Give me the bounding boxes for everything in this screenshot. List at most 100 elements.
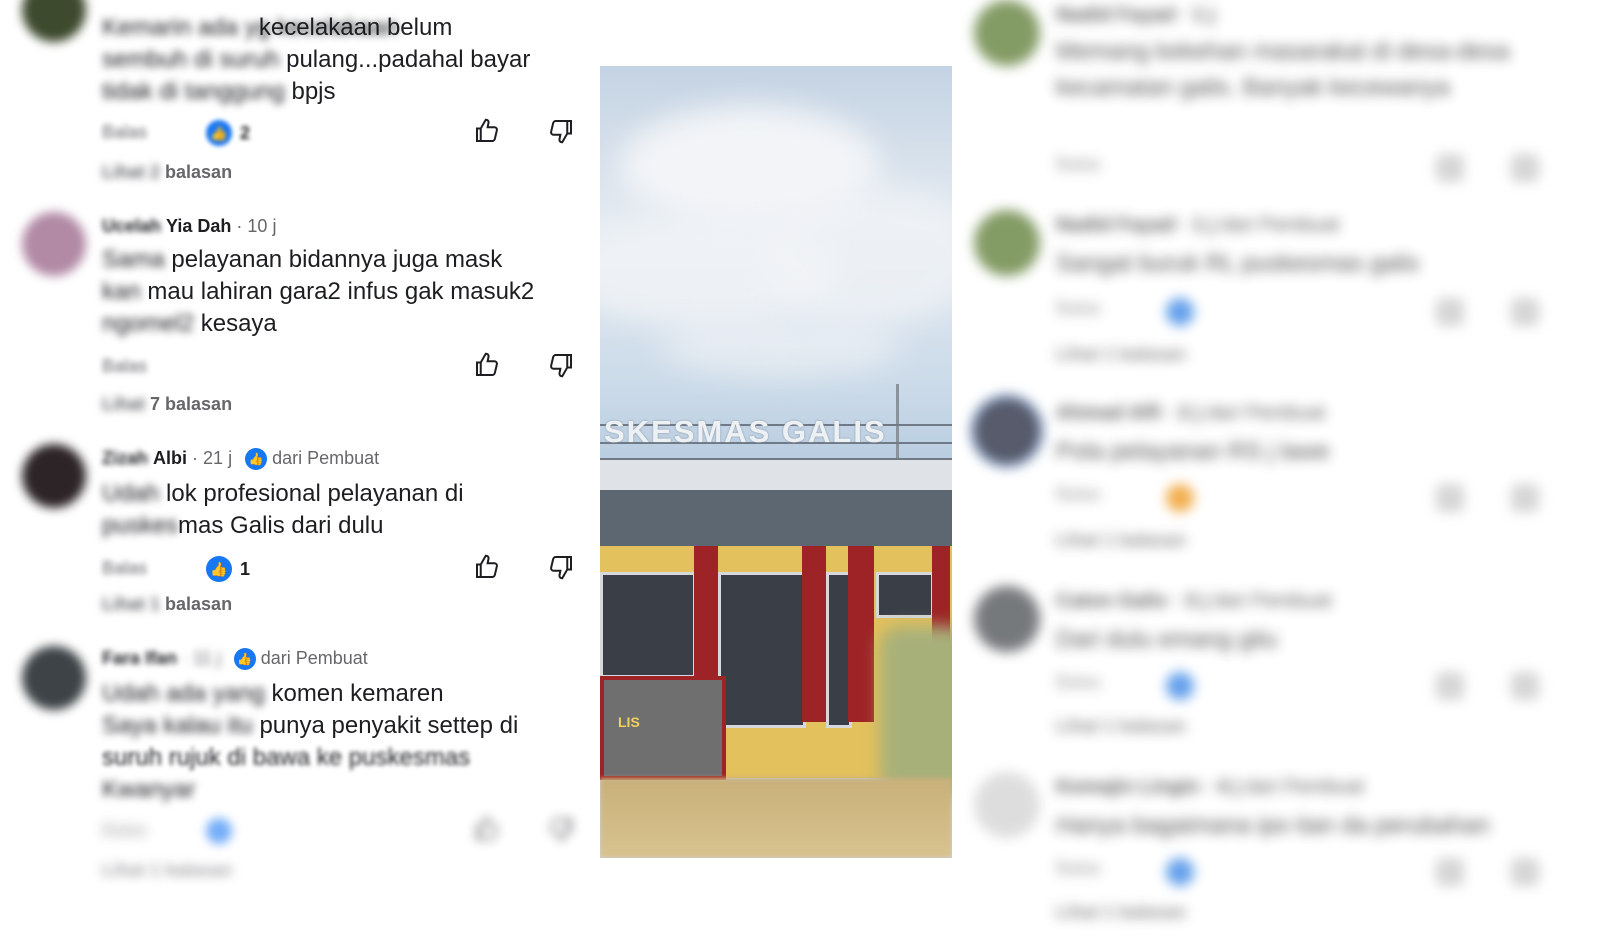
- reply-button[interactable]: Balas: [1056, 298, 1101, 318]
- reaction-count[interactable]: [206, 818, 240, 844]
- thumb-down-icon[interactable]: [1511, 154, 1539, 182]
- comment-actions: Balas: [1056, 298, 1556, 328]
- view-replies-link[interactable]: Lihat 1 balasan: [1056, 902, 1186, 923]
- care-reaction-icon: [1166, 484, 1194, 512]
- avatar[interactable]: [974, 772, 1040, 838]
- reaction-count[interactable]: 👍 1: [206, 556, 250, 582]
- like-reaction-icon: [1166, 298, 1194, 326]
- comment-text: Pola pelayanan RS j lawe: [1056, 438, 1330, 465]
- commenter-name[interactable]: Nadid Fayad · 1 j: [1056, 4, 1215, 27]
- thumb-down-icon[interactable]: [546, 814, 576, 844]
- reply-button[interactable]: Balas: [102, 122, 147, 143]
- ground: [600, 778, 952, 858]
- avatar[interactable]: [974, 398, 1040, 464]
- view-replies-link[interactable]: Lihat 1 balasan: [1056, 716, 1186, 737]
- commenter-name[interactable]: Ahmad Alfi · 2 j dari Pembuat: [1056, 402, 1325, 425]
- thumb-up-icon[interactable]: [1436, 154, 1464, 182]
- thumb-down-icon[interactable]: [546, 116, 576, 146]
- reply-button[interactable]: Balas: [1056, 672, 1101, 692]
- avatar[interactable]: [22, 0, 86, 42]
- avatar[interactable]: [22, 212, 86, 276]
- reply-button[interactable]: Balas: [102, 820, 147, 841]
- building-entrance: [718, 572, 806, 728]
- commenter-name[interactable]: Ucelah: [102, 216, 161, 236]
- avatar[interactable]: [974, 586, 1040, 652]
- comment-text: Sama pelayanan bidannya juga mask kan ma…: [102, 246, 535, 337]
- reply-button[interactable]: Balas: [102, 356, 147, 377]
- thumb-up-icon[interactable]: [1436, 484, 1464, 512]
- comment-text: Udah ada yang komen kemaren Saya kalau i…: [102, 680, 519, 803]
- comment-actions: Balas: [1056, 154, 1556, 184]
- like-reaction-icon: [1166, 858, 1194, 886]
- comment-text: Kemarin ada yg kecelakaan kecelakaan bel…: [102, 14, 531, 105]
- puskesmas-photo[interactable]: SKESMAS GALIS LIS: [600, 66, 952, 858]
- view-replies-link[interactable]: Lihat 1 balasan: [102, 860, 232, 881]
- commenter-name[interactable]: Fara Ifan: [102, 648, 177, 668]
- avatar[interactable]: [974, 0, 1040, 66]
- view-replies-link[interactable]: Lihat 2 balasan: [102, 162, 232, 183]
- like-reaction-icon: [206, 818, 232, 844]
- commenter-name[interactable]: Nadid Fayad · 1 j dari Pembuat: [1056, 214, 1339, 237]
- comment-actions: Balas: [1056, 858, 1556, 888]
- thumb-down-icon[interactable]: [546, 350, 576, 380]
- thumb-up-icon[interactable]: [472, 814, 502, 844]
- commenter-name[interactable]: Kemajin Lingin · 4 j dari Pembuat: [1056, 776, 1364, 799]
- building-window: [876, 572, 934, 618]
- name-plaque: LIS: [600, 676, 726, 780]
- comment-text: Hanya bagaimana ipo tian da perubahan: [1056, 812, 1490, 839]
- comment-actions: Balas: [1056, 484, 1556, 514]
- view-replies-link[interactable]: Lihat 1 balasan: [1056, 530, 1186, 551]
- comment-actions: Balas: [102, 814, 582, 850]
- thumb-up-icon[interactable]: [1436, 298, 1464, 326]
- reaction-count[interactable]: 👍 2: [206, 120, 250, 146]
- like-reaction-icon: 👍: [206, 556, 232, 582]
- avatar[interactable]: [22, 444, 86, 508]
- view-replies-link[interactable]: Lihat 1 balasan: [1056, 344, 1186, 365]
- thumb-down-icon[interactable]: [1511, 484, 1539, 512]
- foliage: [880, 626, 952, 796]
- building-window: [600, 572, 696, 678]
- building-fascia: [600, 490, 952, 546]
- reply-button[interactable]: Balas: [1056, 484, 1101, 504]
- thumb-down-icon[interactable]: [1511, 672, 1539, 700]
- commenter-name[interactable]: Zizah: [102, 448, 148, 468]
- thumb-down-icon[interactable]: [1511, 298, 1539, 326]
- comment-actions: Balas: [102, 350, 582, 386]
- comment-actions: Balas 👍 2: [102, 116, 582, 152]
- comment-text: Sangat buruk RL puskesmas galis: [1056, 250, 1420, 277]
- comment-text: Dari dulu emang gitu: [1056, 626, 1278, 653]
- building-column: [848, 546, 874, 722]
- reply-button[interactable]: Balas: [102, 558, 147, 579]
- comment-time: · 21 j: [192, 448, 233, 468]
- view-replies-link[interactable]: Lihat 7 balasan: [102, 394, 232, 415]
- comment-actions: Balas 👍 1: [102, 552, 582, 588]
- thumb-up-icon[interactable]: [472, 350, 502, 380]
- author-badge: 👍 dari Pembuat: [245, 448, 379, 471]
- comment-time: · 10 j: [236, 216, 277, 236]
- view-replies-link[interactable]: Lihat 1 balasan: [102, 594, 232, 615]
- thumb-up-icon[interactable]: [472, 552, 502, 582]
- like-badge-icon: 👍: [233, 648, 256, 671]
- thumb-up-icon[interactable]: [1436, 672, 1464, 700]
- commenter-name[interactable]: Caton Galis · 3 j dari Pembuat: [1056, 590, 1332, 613]
- cloud: [660, 316, 900, 376]
- comments-column-left: Kemarin ada yg kecelakaan kecelakaan bel…: [0, 0, 600, 946]
- like-badge-icon: 👍: [245, 448, 268, 471]
- building-roof: [600, 460, 952, 490]
- thumb-down-icon[interactable]: [546, 552, 576, 582]
- comment-text: Memang kekehan masarakat di desa-desa ke…: [1056, 38, 1510, 101]
- avatar[interactable]: [22, 646, 86, 710]
- thumb-down-icon[interactable]: [1511, 858, 1539, 886]
- comment-time: · 11 j: [182, 648, 221, 668]
- comment-actions: Balas: [1056, 672, 1556, 702]
- thumb-up-icon[interactable]: [472, 116, 502, 146]
- author-badge: 👍 dari Pembuat: [233, 648, 368, 671]
- like-reaction-icon: [1166, 672, 1194, 700]
- reply-button[interactable]: Balas: [1056, 154, 1101, 174]
- comment-header: Zizah Albi · 21 j 👍 dari Pembuat: [102, 448, 379, 471]
- comment-header: Fara Ifan · 11 j 👍 dari Pembuat: [102, 648, 368, 671]
- thumb-up-icon[interactable]: [1436, 858, 1464, 886]
- reply-button[interactable]: Balas: [1056, 858, 1101, 878]
- avatar[interactable]: [974, 210, 1040, 276]
- comments-column-right: Nadid Fayad · 1 j Memang kekehan masarak…: [960, 0, 1600, 946]
